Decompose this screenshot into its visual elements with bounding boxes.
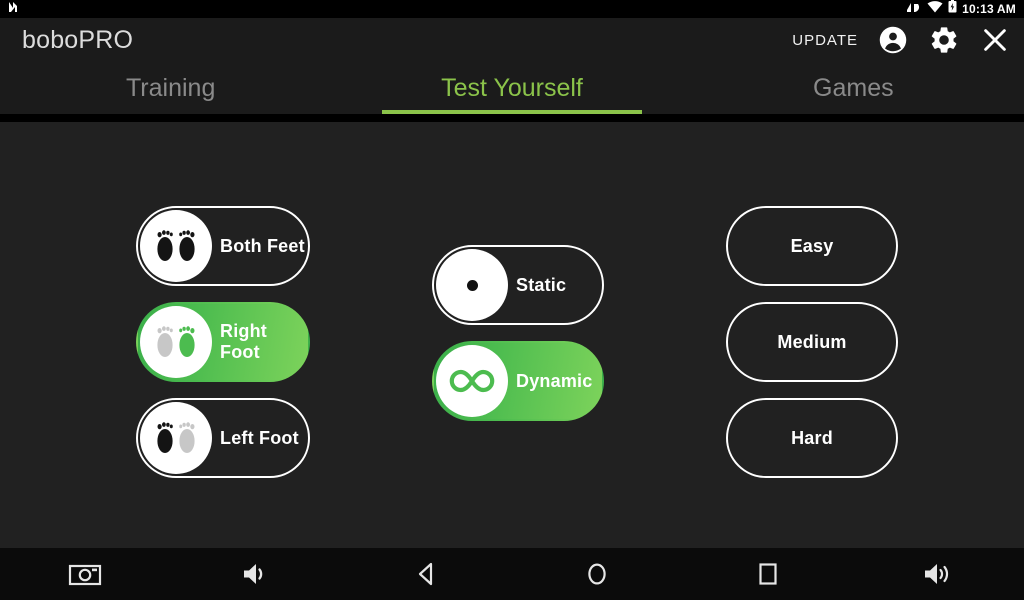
signal-icon: [906, 0, 922, 18]
tab-divider: [0, 114, 1024, 122]
account-icon[interactable]: [878, 25, 908, 55]
foot-option-both-feet[interactable]: Both Feet: [136, 206, 310, 286]
tab-training[interactable]: Training: [0, 62, 341, 114]
app-title: boboPRO: [22, 25, 134, 54]
volume-up-icon[interactable]: [853, 548, 1024, 600]
back-icon[interactable]: [341, 548, 512, 600]
app-root: 10:13 AM boboPRO UPDATE Training Test Yo…: [0, 0, 1024, 600]
tab-bar: Training Test Yourself Games: [0, 62, 1024, 114]
screenshot-camera-icon[interactable]: [0, 548, 171, 600]
mode-option-dynamic-label: Dynamic: [516, 370, 593, 391]
notification-n-icon: [8, 0, 19, 18]
status-bar-left: [8, 0, 19, 18]
mode-option-dynamic[interactable]: Dynamic: [432, 341, 604, 421]
status-bar-right: 10:13 AM: [906, 0, 1016, 18]
foot-selection-group: Both Feet Right Foot Left Foot: [136, 206, 310, 478]
difficulty-option-hard[interactable]: Hard: [726, 398, 898, 478]
left-foot-icon: [140, 402, 212, 474]
tab-games-label: Games: [813, 73, 894, 102]
dot-icon: [436, 249, 508, 321]
tab-training-label: Training: [125, 73, 216, 102]
difficulty-selection-group: Easy Medium Hard: [726, 206, 898, 478]
both-feet-icon: [140, 210, 212, 282]
infinity-icon: [436, 345, 508, 417]
foot-option-right-foot[interactable]: Right Foot: [136, 302, 310, 382]
mode-option-static[interactable]: Static: [432, 245, 604, 325]
close-icon[interactable]: [980, 25, 1010, 55]
foot-option-right-foot-label: Right Foot: [220, 321, 267, 362]
difficulty-option-hard-label: Hard: [791, 427, 833, 448]
foot-option-left-foot-label: Left Foot: [220, 427, 299, 448]
volume-down-icon[interactable]: [171, 548, 342, 600]
difficulty-option-easy-label: Easy: [790, 235, 834, 256]
foot-option-left-foot[interactable]: Left Foot: [136, 398, 310, 478]
home-icon[interactable]: [512, 548, 683, 600]
right-foot-icon: [140, 306, 212, 378]
android-status-bar: 10:13 AM: [0, 0, 1024, 18]
update-button[interactable]: UPDATE: [792, 32, 858, 49]
battery-charging-icon: [948, 0, 957, 18]
tab-test-yourself[interactable]: Test Yourself: [341, 62, 682, 114]
mode-selection-group: Static Dynamic: [432, 245, 604, 421]
status-bar-clock: 10:13 AM: [962, 2, 1016, 16]
difficulty-option-medium[interactable]: Medium: [726, 302, 898, 382]
gear-icon[interactable]: [928, 24, 960, 56]
wifi-icon: [927, 0, 943, 18]
android-nav-bar: [0, 548, 1024, 600]
app-bar: boboPRO UPDATE: [0, 18, 1024, 62]
mode-option-static-label: Static: [516, 274, 567, 295]
main-content: Both Feet Right Foot Left Foot Static Dy…: [0, 122, 1024, 548]
difficulty-option-medium-label: Medium: [777, 331, 847, 352]
tab-test-yourself-label: Test Yourself: [441, 73, 583, 102]
foot-option-both-feet-label: Both Feet: [220, 235, 305, 256]
difficulty-option-easy[interactable]: Easy: [726, 206, 898, 286]
app-bar-actions: UPDATE: [792, 24, 1010, 56]
tab-games[interactable]: Games: [683, 62, 1024, 114]
recents-icon[interactable]: [683, 548, 854, 600]
